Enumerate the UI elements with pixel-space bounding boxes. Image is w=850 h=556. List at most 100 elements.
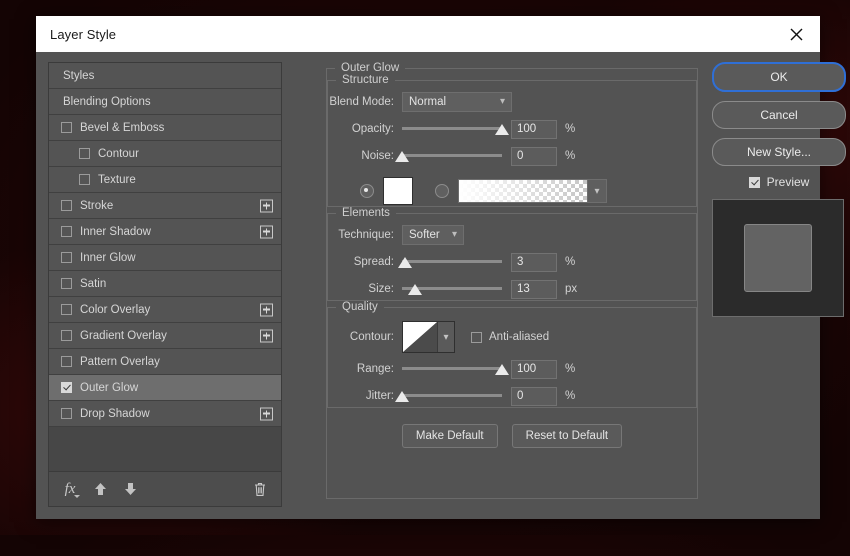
effect-checkbox[interactable]	[79, 174, 90, 185]
new-style-button[interactable]: New Style...	[712, 138, 846, 166]
styles-sidebar: StylesBlending Options Bevel & Emboss Cont…	[48, 62, 282, 507]
sidebar-item-texture[interactable]: Texture	[49, 167, 281, 193]
make-default-button[interactable]: Make Default	[402, 424, 498, 448]
noise-unit: %	[565, 150, 575, 162]
add-effect-icon[interactable]	[260, 329, 273, 342]
jitter-slider[interactable]	[402, 387, 502, 405]
solid-color-radio[interactable]	[360, 184, 374, 198]
add-effect-icon[interactable]	[260, 407, 273, 420]
close-icon[interactable]	[774, 16, 818, 52]
slider-thumb[interactable]	[495, 364, 509, 375]
contour-picker[interactable]: ▾	[402, 321, 455, 353]
chevron-down-icon[interactable]: ▾	[587, 180, 606, 202]
move-down-icon[interactable]	[119, 478, 141, 500]
opacity-label: Opacity:	[328, 123, 402, 135]
technique-select[interactable]: Softer ▾	[402, 225, 464, 245]
effect-checkbox[interactable]	[79, 148, 90, 159]
gradient-picker[interactable]: ▾	[458, 179, 607, 203]
opacity-row: Opacity: 100 %	[328, 118, 696, 140]
size-unit: px	[565, 283, 577, 295]
add-effect-icon[interactable]	[260, 199, 273, 212]
effect-checkbox[interactable]	[61, 122, 72, 133]
sidebar-item-stroke[interactable]: Stroke	[49, 193, 281, 219]
noise-row: Noise: 0 %	[328, 145, 696, 167]
preview-box	[749, 177, 760, 188]
effect-checkbox[interactable]	[61, 408, 72, 419]
spread-slider[interactable]	[402, 253, 502, 271]
sidebar-item-label: Bevel & Emboss	[80, 122, 164, 134]
opacity-input[interactable]: 100	[511, 120, 557, 139]
spread-input[interactable]: 3	[511, 253, 557, 272]
sidebar-item-inner-shadow[interactable]: Inner Shadow	[49, 219, 281, 245]
sidebar-item-color-overlay[interactable]: Color Overlay	[49, 297, 281, 323]
effect-checkbox[interactable]	[61, 200, 72, 211]
technique-label: Technique:	[328, 229, 402, 241]
sidebar-item-contour[interactable]: Contour	[49, 141, 281, 167]
size-input[interactable]: 13	[511, 280, 557, 299]
anti-aliased-checkbox[interactable]: Anti-aliased	[471, 331, 549, 343]
delete-icon[interactable]	[249, 478, 271, 500]
ok-button[interactable]: OK	[712, 62, 846, 92]
effect-checkbox[interactable]	[61, 278, 72, 289]
sidebar-item-label: Contour	[98, 148, 139, 160]
sidebar-item-outer-glow[interactable]: Outer Glow	[49, 375, 281, 401]
range-row: Range: 100 %	[328, 358, 696, 380]
sidebar-item-label: Stroke	[80, 200, 113, 212]
opacity-unit: %	[565, 123, 575, 135]
add-effect-icon[interactable]	[260, 303, 273, 316]
effect-checkbox[interactable]	[61, 252, 72, 263]
blend-mode-select[interactable]: Normal ▾	[402, 92, 512, 112]
preview-shape	[744, 224, 812, 292]
slider-thumb[interactable]	[395, 391, 409, 402]
slider-thumb[interactable]	[495, 124, 509, 135]
sidebar-item-satin[interactable]: Satin	[49, 271, 281, 297]
blend-mode-row: Blend Mode: Normal ▾	[328, 91, 696, 113]
styles-list[interactable]: StylesBlending Options Bevel & Emboss Cont…	[49, 63, 281, 472]
glow-color-swatch[interactable]	[383, 177, 413, 205]
add-effect-icon[interactable]	[260, 225, 273, 238]
sidebar-item-label: Satin	[80, 278, 106, 290]
preview-checkbox[interactable]: Preview	[712, 175, 846, 189]
effect-checkbox[interactable]	[61, 356, 72, 367]
glow-source-row: ▾	[328, 176, 696, 206]
cancel-button[interactable]: Cancel	[712, 101, 846, 129]
noise-slider[interactable]	[402, 147, 502, 165]
sidebar-item-blending-options[interactable]: Blending Options	[49, 89, 281, 115]
slider-thumb[interactable]	[398, 257, 412, 268]
gradient-radio[interactable]	[435, 184, 449, 198]
noise-input[interactable]: 0	[511, 147, 557, 166]
noise-label: Noise:	[328, 150, 402, 162]
opacity-slider[interactable]	[402, 120, 502, 138]
sidebar-item-inner-glow[interactable]: Inner Glow	[49, 245, 281, 271]
effect-checkbox[interactable]	[61, 382, 72, 393]
slider-thumb[interactable]	[408, 284, 422, 295]
effect-checkbox[interactable]	[61, 304, 72, 315]
sidebar-item-label: Outer Glow	[80, 382, 138, 394]
dialog-title: Layer Style	[50, 27, 774, 42]
range-input[interactable]: 100	[511, 360, 557, 379]
range-unit: %	[565, 363, 575, 375]
move-up-icon[interactable]	[89, 478, 111, 500]
sidebar-item-pattern-overlay[interactable]: Pattern Overlay	[49, 349, 281, 375]
size-slider[interactable]	[402, 280, 502, 298]
sidebar-item-drop-shadow[interactable]: Drop Shadow	[49, 401, 281, 427]
technique-value: Softer	[409, 229, 444, 241]
sidebar-item-bevel-emboss[interactable]: Bevel & Emboss	[49, 115, 281, 141]
action-panel: OK Cancel New Style... Preview	[712, 62, 846, 317]
effect-checkbox[interactable]	[61, 226, 72, 237]
outer-glow-group: Outer Glow Structure Blend Mode: Normal …	[326, 62, 698, 499]
contour-row: Contour: ▾ Anti-aliased	[328, 321, 696, 353]
slider-track	[402, 367, 502, 370]
slider-thumb[interactable]	[395, 151, 409, 162]
sidebar-item-styles[interactable]: Styles	[49, 63, 281, 89]
effect-checkbox[interactable]	[61, 330, 72, 341]
preview-label: Preview	[767, 175, 810, 189]
fx-icon[interactable]: fx	[59, 478, 81, 500]
reset-to-default-button[interactable]: Reset to Default	[512, 424, 622, 448]
range-slider[interactable]	[402, 360, 502, 378]
anti-aliased-box	[471, 332, 482, 343]
spread-label: Spread:	[328, 256, 402, 268]
chevron-down-icon[interactable]: ▾	[437, 322, 454, 352]
jitter-input[interactable]: 0	[511, 387, 557, 406]
sidebar-item-gradient-overlay[interactable]: Gradient Overlay	[49, 323, 281, 349]
